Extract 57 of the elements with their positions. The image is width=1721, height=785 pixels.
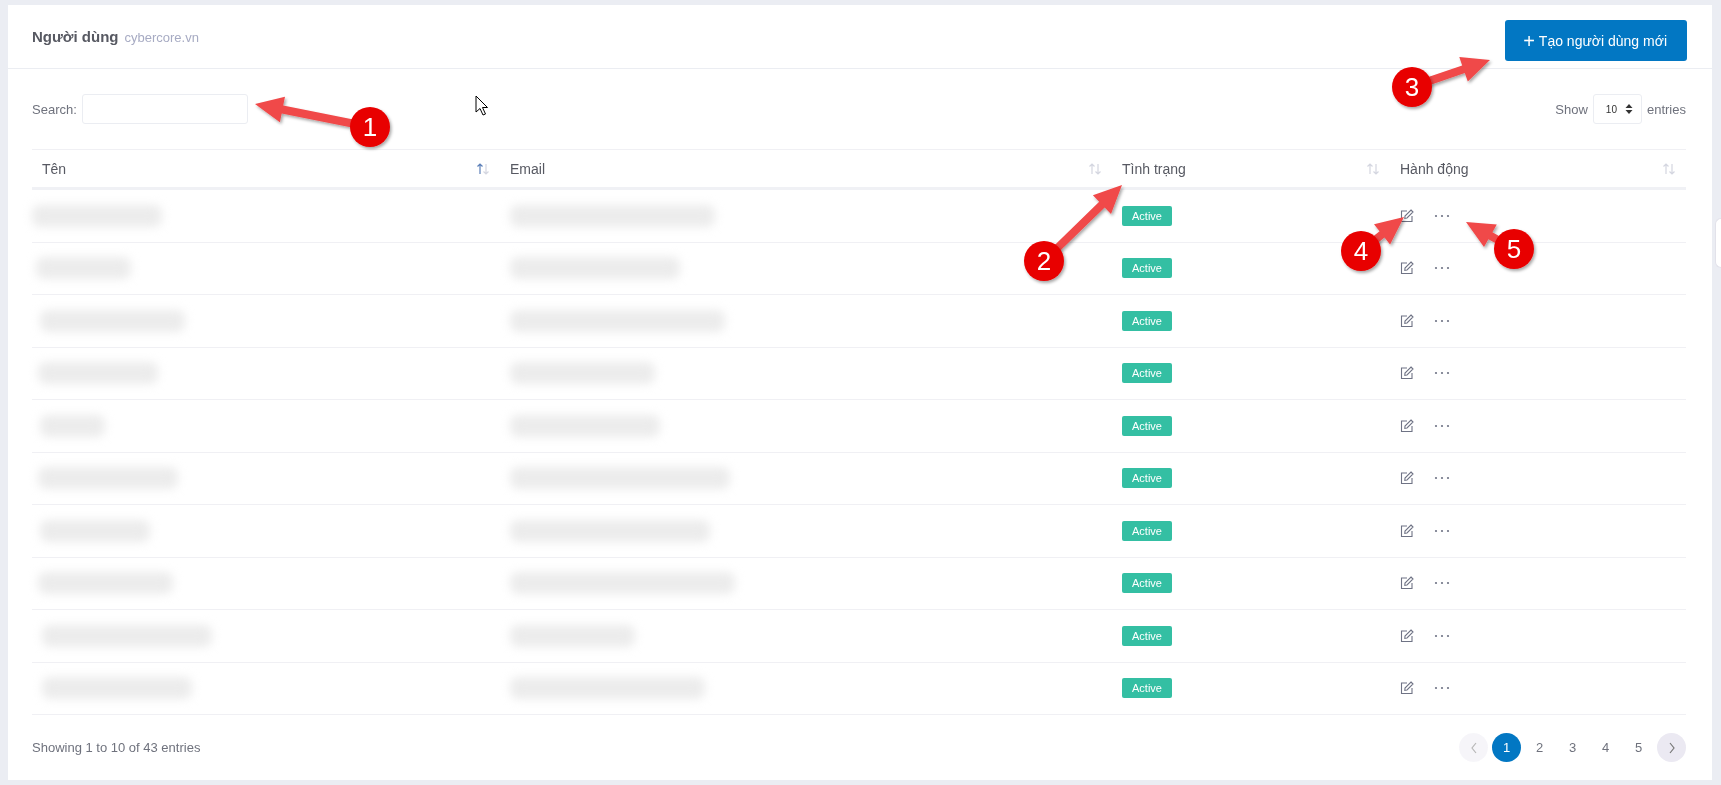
step-number-badge: 3 [1392, 67, 1432, 107]
edit-icon[interactable] [1400, 471, 1414, 486]
more-icon[interactable] [1434, 581, 1450, 586]
status-badge: Active [1122, 573, 1172, 594]
status-badge: Active [1122, 205, 1172, 226]
chevron-right-icon [1667, 741, 1676, 754]
page-title: Người dùng [32, 27, 119, 45]
entries-label: entries [1646, 101, 1686, 117]
edit-icon[interactable] [1400, 208, 1414, 223]
entries-info: Showing 1 to 10 of 43 entries [32, 740, 201, 755]
edit-icon[interactable] [1400, 628, 1414, 643]
more-icon[interactable] [1434, 318, 1450, 323]
show-label: Show [1555, 101, 1588, 117]
column-header[interactable]: Hành động [1390, 150, 1686, 187]
page-subtitle: cybercore.vn [124, 29, 199, 45]
step-number-badge: 2 [1024, 241, 1064, 281]
more-icon[interactable] [1434, 371, 1450, 376]
more-icon[interactable] [1434, 633, 1450, 638]
status-badge: Active [1122, 520, 1172, 541]
step-number-badge: 5 [1494, 229, 1534, 269]
create-user-button[interactable]: + Tạo người dùng mới [1505, 20, 1687, 61]
next-page-button[interactable] [1657, 733, 1686, 762]
edit-icon[interactable] [1400, 313, 1414, 328]
status-badge: Active [1122, 625, 1172, 646]
status-badge: Active [1122, 258, 1172, 279]
edit-icon[interactable] [1400, 418, 1414, 433]
edit-icon[interactable] [1400, 576, 1414, 591]
edit-icon[interactable] [1400, 523, 1414, 538]
column-header[interactable]: Tình trạng [1112, 150, 1390, 187]
more-icon[interactable] [1434, 423, 1450, 428]
edit-icon[interactable] [1400, 261, 1414, 276]
step-number-badge: 1 [350, 107, 390, 147]
page-button[interactable]: 3 [1558, 733, 1587, 762]
cursor-icon [475, 95, 488, 116]
page-button[interactable]: 1 [1492, 733, 1521, 762]
more-icon[interactable] [1434, 266, 1450, 271]
status-badge: Active [1122, 363, 1172, 384]
search-label: Search: [32, 101, 77, 117]
more-icon[interactable] [1434, 686, 1450, 691]
page-button[interactable]: 5 [1624, 733, 1653, 762]
chevron-left-icon [1469, 741, 1478, 754]
more-icon[interactable] [1434, 476, 1450, 481]
column-header[interactable]: Tên [32, 150, 500, 187]
more-icon[interactable] [1434, 213, 1450, 218]
step-number-badge: 4 [1341, 231, 1381, 271]
entries-select[interactable]: 10 [1592, 94, 1642, 124]
page-button[interactable]: 2 [1525, 733, 1554, 762]
more-icon[interactable] [1434, 528, 1450, 533]
status-badge: Active [1122, 678, 1172, 699]
page-button[interactable]: 4 [1591, 733, 1620, 762]
status-badge: Active [1122, 415, 1172, 436]
status-badge: Active [1122, 310, 1172, 331]
column-header[interactable]: Email [500, 150, 1112, 187]
edit-icon[interactable] [1400, 366, 1414, 381]
updown-icon [1624, 103, 1633, 115]
status-badge: Active [1122, 468, 1172, 489]
edit-icon[interactable] [1400, 681, 1414, 696]
